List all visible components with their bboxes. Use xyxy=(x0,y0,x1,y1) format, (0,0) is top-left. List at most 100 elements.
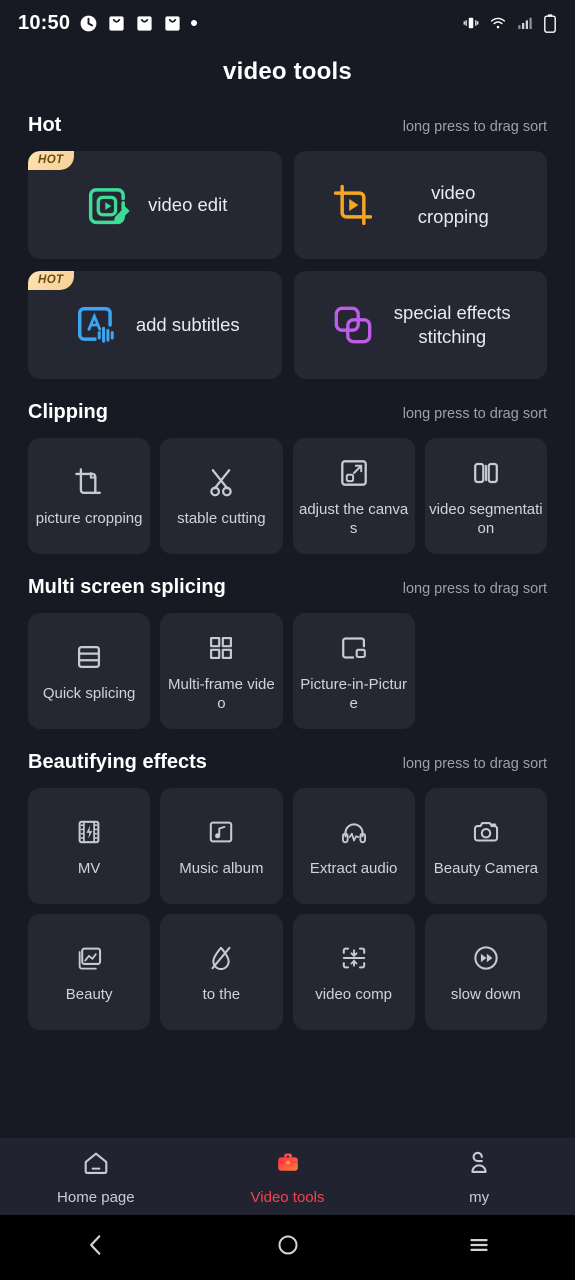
music-note-frame-icon xyxy=(204,813,238,851)
tool-label: Quick splicing xyxy=(42,685,136,703)
tool-tile-beauty[interactable]: Beauty xyxy=(28,914,151,1030)
wifi-icon xyxy=(490,17,506,29)
hot-grid: HOT video edit video cropping HOT add su… xyxy=(0,151,575,379)
tool-card-add-subtitles[interactable]: HOT add subtitles xyxy=(28,271,282,379)
fast-forward-icon xyxy=(469,939,503,977)
section-title: Beautifying effects xyxy=(28,751,207,773)
recents-button[interactable] xyxy=(383,1232,575,1263)
video-edit-icon xyxy=(82,186,134,225)
drag-sort-hint: long press to drag sort xyxy=(402,119,547,135)
tool-label: slow down xyxy=(450,986,521,1004)
tool-tile-quick-splicing[interactable]: Quick splicing xyxy=(28,613,151,729)
tool-label: to the xyxy=(202,986,241,1004)
tool-tile-adjust-the-canvas[interactable]: adjust the canvas xyxy=(292,438,415,554)
home-icon xyxy=(81,1148,111,1183)
effects-stitching-icon xyxy=(328,306,378,344)
hot-badge: HOT xyxy=(28,271,75,290)
drag-sort-hint: long press to drag sort xyxy=(402,581,547,597)
system-navigation-bar xyxy=(0,1215,575,1280)
home-button[interactable] xyxy=(192,1233,384,1262)
status-time: 10:50 xyxy=(18,11,71,34)
tool-tile-video-comp[interactable]: video comp xyxy=(292,914,415,1030)
tool-tile-to-the[interactable]: to the xyxy=(160,914,283,1030)
tool-label: video comp xyxy=(315,986,392,1004)
split-bars-icon xyxy=(468,454,504,492)
nav-item-my[interactable]: my xyxy=(383,1148,575,1206)
signal-icon xyxy=(518,17,532,29)
crop-icon xyxy=(71,463,107,501)
tool-tile-music-album[interactable]: Music album xyxy=(160,788,283,904)
tool-card-video-edit[interactable]: HOT video edit xyxy=(28,151,282,259)
add-subtitles-icon xyxy=(70,306,122,344)
section-title: Multi screen splicing xyxy=(28,576,226,598)
mail-icon xyxy=(109,15,124,31)
circle-icon xyxy=(276,1233,300,1262)
drag-sort-hint: long press to drag sort xyxy=(402,406,547,422)
tool-tile-picture-cropping[interactable]: picture cropping xyxy=(28,438,151,554)
section-header-hot: Hot long press to drag sort xyxy=(0,92,575,151)
tool-label: Extract audio xyxy=(309,860,398,878)
tool-tile-beauty-camera[interactable]: Beauty Camera xyxy=(424,788,547,904)
hamburger-icon xyxy=(466,1232,492,1263)
tool-label: Picture-in-Picture xyxy=(300,676,407,712)
status-bar-right xyxy=(462,13,557,33)
back-button[interactable] xyxy=(0,1232,192,1263)
tool-label: Beauty xyxy=(65,986,113,1004)
tool-label: stable cutting xyxy=(177,510,266,528)
status-bar-left: 10:50 xyxy=(18,11,198,35)
section-header-beautifying-effects: Beautifying effects long press to drag s… xyxy=(0,729,575,788)
clock-icon xyxy=(80,15,97,31)
nav-label: Video tools xyxy=(250,1188,325,1206)
photo-stack-icon xyxy=(72,939,106,977)
nav-item-home-page[interactable]: Home page xyxy=(0,1148,192,1206)
tool-tile-picture-in-picture[interactable]: Picture-in-Picture xyxy=(292,613,415,729)
tool-label: Multi-frame video xyxy=(168,676,275,712)
person-icon xyxy=(464,1148,494,1183)
multi-screen-splicing-grid: Quick splicing Multi-frame video Picture… xyxy=(0,613,575,729)
beautifying-effects-grid: MV Music album Extract audio Beauty Came… xyxy=(0,788,575,1030)
vibrate-icon xyxy=(463,17,479,29)
tool-card-video-cropping[interactable]: video cropping xyxy=(293,151,547,259)
tool-card-special-effects-stitching[interactable]: special effects stitching xyxy=(293,271,547,379)
tool-label: picture cropping xyxy=(35,510,143,528)
drag-sort-hint: long press to drag sort xyxy=(402,756,547,772)
headphones-wave-icon xyxy=(337,813,371,851)
tool-tile-multi-frame-video[interactable]: Multi-frame video xyxy=(160,613,283,729)
nav-label: Home page xyxy=(57,1188,135,1206)
bottom-navigation: Home page Video tools my xyxy=(0,1138,575,1215)
section-title: Clipping xyxy=(28,401,108,423)
section-header-clipping: Clipping long press to drag sort xyxy=(0,379,575,438)
stacked-rows-icon xyxy=(71,638,107,676)
tool-tile-stable-cutting[interactable]: stable cutting xyxy=(160,438,283,554)
camera-icon xyxy=(469,813,503,851)
tool-label: MV xyxy=(77,860,101,878)
resize-canvas-icon xyxy=(336,454,372,492)
nav-label: my xyxy=(469,1188,490,1206)
film-bolt-icon xyxy=(72,813,106,851)
tool-label: video cropping xyxy=(417,182,489,227)
page-title: video tools xyxy=(223,58,352,85)
tool-tile-mv[interactable]: MV xyxy=(28,788,151,904)
clipping-grid: picture cropping stable cutting adjust t… xyxy=(0,438,575,554)
nav-item-video-tools[interactable]: Video tools xyxy=(192,1148,384,1206)
tool-label: Beauty Camera xyxy=(433,860,538,878)
toolbox-icon xyxy=(273,1148,303,1183)
tool-tile-slow-down[interactable]: slow down xyxy=(424,914,547,1030)
tool-tile-video-segmentation[interactable]: video segmentation xyxy=(424,438,547,554)
video-cropping-icon xyxy=(327,184,379,226)
chevron-left-icon xyxy=(83,1232,109,1263)
section-title: Hot xyxy=(28,114,62,136)
hot-badge: HOT xyxy=(28,151,75,170)
section-header-multi-screen-splicing: Multi screen splicing long press to drag… xyxy=(0,554,575,613)
tool-label: Music album xyxy=(179,860,264,878)
mail-icon xyxy=(165,15,180,31)
tool-tile-extract-audio[interactable]: Extract audio xyxy=(292,788,415,904)
no-watermark-icon xyxy=(204,939,238,977)
tool-label: adjust the canvas xyxy=(299,501,409,537)
compress-icon xyxy=(337,939,371,977)
tool-label: add subtitles xyxy=(135,314,240,336)
tool-label: video edit xyxy=(148,194,228,216)
four-quadrants-icon xyxy=(203,629,239,667)
tools-scroll-area[interactable]: Hot long press to drag sort HOT video ed… xyxy=(0,92,575,1138)
status-bar: 10:50 xyxy=(0,0,575,46)
